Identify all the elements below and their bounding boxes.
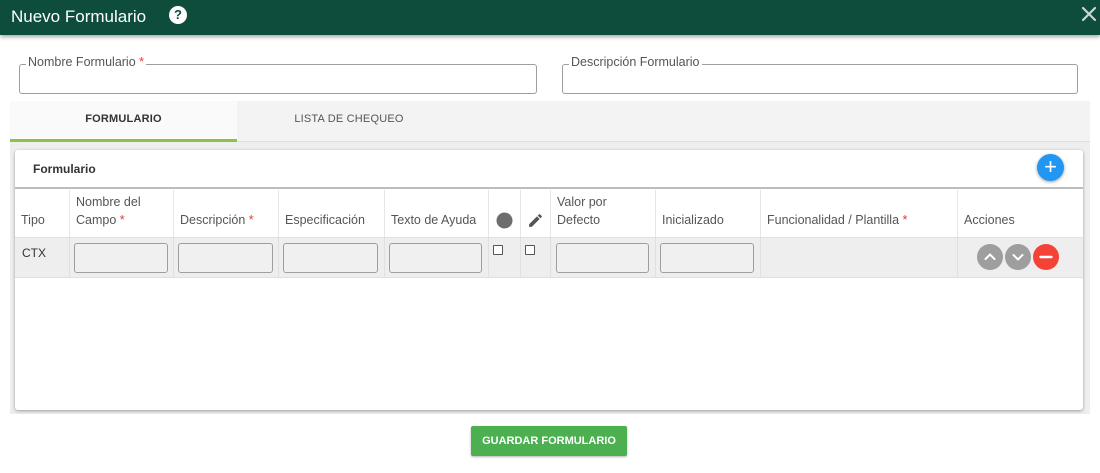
col-pencil [520,190,550,237]
col-inicializado: Inicializado [655,190,760,237]
chevron-down-icon [1012,254,1024,261]
col-nombre-campo: Nombre del Campo * [69,190,173,237]
inicializado-input[interactable] [660,243,754,273]
circle-icon [496,212,513,229]
editable-checkbox[interactable] [525,245,535,255]
card-title: Formulario [33,162,96,176]
minus-icon [1039,255,1053,259]
chevron-up-icon [984,253,996,260]
col-valor-defecto: Valor por Defecto [550,190,655,237]
header-divider [15,187,1083,189]
nombre-formulario-label: Nombre Formulario * [26,55,147,69]
dialog-title: Nuevo Formulario [11,7,147,26]
add-field-button[interactable]: + [1037,154,1064,181]
col-acciones: Acciones [957,190,1083,237]
help-icon[interactable]: ? [169,6,187,24]
cell-divider [550,237,551,278]
cell-divider [384,237,385,278]
cell-divider [173,237,174,278]
col-circle [488,190,520,237]
texto-ayuda-input[interactable] [389,243,482,273]
cell-divider [957,237,958,278]
close-icon[interactable] [1079,4,1099,24]
tab-lista-de-chequeo[interactable]: LISTA DE CHEQUEO [237,101,461,142]
dialog-titlebar: Nuevo Formulario ? [0,0,1100,35]
cell-divider [69,237,70,278]
move-down-button[interactable] [1005,244,1031,270]
descripcion-formulario-label: Descripción Formulario [569,55,702,69]
circle-checkbox[interactable] [493,245,503,255]
tab-bar: FORMULARIO LISTA DE CHEQUEO [10,101,1090,142]
descripcion-formulario-field[interactable]: Descripción Formulario [562,55,1078,94]
nombre-formulario-field[interactable]: Nombre Formulario * [19,55,537,94]
col-funcionalidad: Funcionalidad / Plantilla * [760,190,957,237]
tab-formulario[interactable]: FORMULARIO [10,101,237,142]
col-texto-ayuda: Texto de Ayuda [384,190,488,237]
move-up-button[interactable] [977,244,1003,270]
valor-defecto-input[interactable] [556,243,649,273]
formulario-card: Formulario + Tipo Nombre del Campo * Desc… [15,150,1083,410]
cell-divider [520,237,521,278]
cell-divider [760,237,761,278]
row-tipo: CTX [22,246,46,260]
remove-row-button[interactable] [1033,244,1059,270]
nombre-campo-input[interactable] [74,243,168,273]
pencil-icon [529,214,542,227]
guardar-formulario-button[interactable]: GUARDAR FORMULARIO [471,426,627,456]
cell-divider [488,237,489,278]
col-especificacion: Especificación [278,190,384,237]
col-tipo: Tipo [21,213,45,227]
especificacion-input[interactable] [283,243,378,273]
cell-divider [655,237,656,278]
table-row [15,237,1083,278]
cell-divider [278,237,279,278]
descripcion-input[interactable] [178,243,273,273]
col-descripcion: Descripción * [173,190,278,237]
